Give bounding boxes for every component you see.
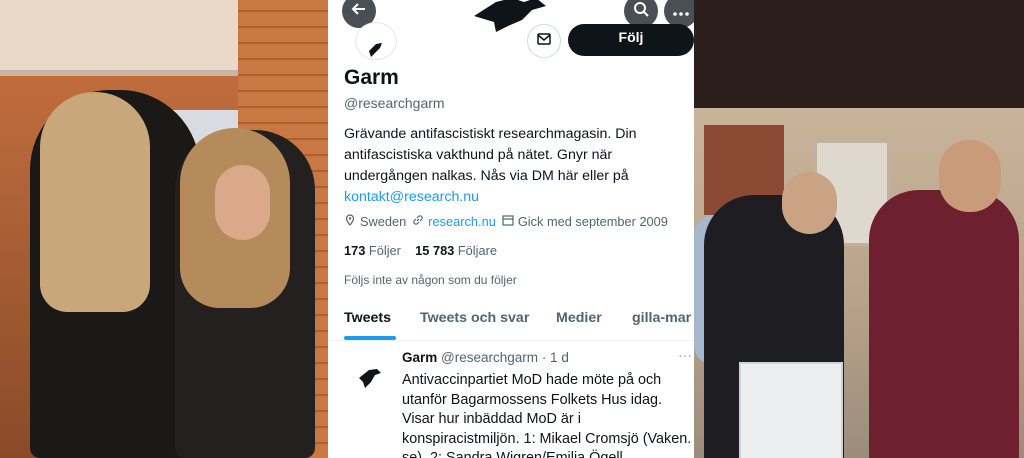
tab-media[interactable]: Medier (556, 310, 602, 326)
following-link[interactable]: 173 Följer (344, 243, 401, 258)
active-tab-indicator (344, 336, 396, 340)
profile-tabs: Tweets Tweets och svar Medier gilla-mar (328, 300, 694, 341)
avatar[interactable] (355, 22, 397, 60)
person-right (869, 190, 1019, 458)
profile-meta: Sweden research.nu Gick med september 20… (344, 214, 668, 229)
joined-date: Gick med september 2009 (517, 214, 668, 229)
tweet[interactable]: Garm @researchgarm · 1 d ··· Antivaccinp… (328, 341, 694, 458)
head-right (939, 140, 1001, 212)
twitter-profile-screenshot: Följ Garm @researchgarm Grävande antifas… (328, 0, 694, 458)
left-photo (0, 0, 328, 458)
face-right (215, 165, 270, 240)
back-arrow-icon (351, 1, 367, 22)
location-text: Sweden (360, 214, 407, 229)
box (739, 362, 843, 458)
bio-text: Grävande antifascistiskt researchmagasin… (344, 126, 637, 184)
follow-button[interactable]: Följ (568, 24, 694, 56)
bio-email-link[interactable]: kontakt@research.nu (344, 189, 479, 205)
link-icon (412, 214, 424, 229)
tab-tweets[interactable]: Tweets (344, 310, 391, 326)
tweet-header: Garm @researchgarm · 1 d (402, 350, 569, 365)
profile-name: Garm (344, 66, 399, 89)
right-photo (694, 0, 1024, 458)
followers-link[interactable]: 15 783 Följare (415, 243, 497, 258)
tweet-author-handle[interactable]: @researchgarm (441, 350, 538, 365)
profile-bio: Grävande antifascistiskt researchmagasin… (344, 124, 684, 208)
profile-handle: @researchgarm (344, 95, 445, 111)
location-icon (344, 214, 356, 229)
raven-icon (369, 43, 382, 57)
mail-icon (537, 32, 551, 50)
tweet-text: Antivaccinpartiet MoD hade möte på och u… (402, 372, 692, 458)
tab-tweets-and-replies[interactable]: Tweets och svar (420, 310, 529, 326)
awning (0, 0, 270, 76)
hair-left (40, 92, 150, 312)
tweet-author-name[interactable]: Garm (402, 350, 437, 365)
head-left (782, 172, 837, 234)
calendar-icon (502, 214, 514, 229)
message-button[interactable] (527, 24, 561, 58)
followed-by-note: Följs inte av någon som du följer (344, 273, 517, 287)
more-icon (673, 1, 689, 22)
search-icon (633, 1, 649, 22)
website-link[interactable]: research.nu (428, 214, 496, 229)
follow-counts: 173 Följer 15 783 Följare (344, 243, 497, 258)
tweet-avatar[interactable] (350, 357, 390, 397)
tweet-more-button[interactable]: ··· (678, 347, 692, 363)
tab-likes[interactable]: gilla-mar (632, 310, 691, 326)
raven-icon (359, 369, 381, 388)
tweet-time[interactable]: · 1 d (542, 350, 569, 365)
